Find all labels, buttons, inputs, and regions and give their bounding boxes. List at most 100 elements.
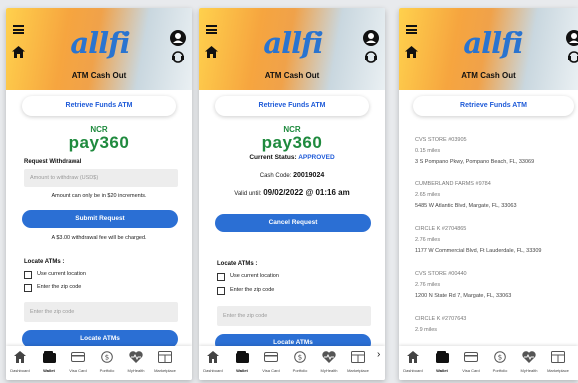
atm-location-item[interactable]: CUMBERLAND FARMS #9784 2.65 miles 5485 W… [415, 180, 578, 210]
support-headset-icon[interactable] [568, 50, 578, 63]
atm-location-address: 3 S Pompano Pkwy, Pompano Beach, FL, 330… [415, 159, 535, 165]
nav-item-label: Portfolio [492, 368, 508, 373]
market-icon [343, 350, 373, 364]
zip-code-checkbox[interactable] [217, 286, 225, 295]
amount-input[interactable]: Amount to withdraw (USD$) [24, 169, 178, 187]
allfi-logo: allfi [463, 26, 523, 60]
nav-item-label: Visa Card [69, 368, 87, 373]
zip-code-row[interactable]: Enter the zip code [217, 286, 274, 295]
atm-location-item[interactable]: CIRCLE K #2704865 2.76 miles 1177 W Comm… [415, 225, 578, 255]
use-location-row[interactable]: Use current location [217, 272, 279, 281]
hamburger-menu-icon[interactable] [13, 25, 24, 34]
status-value: APPROVED [298, 154, 335, 161]
fee-note: A $3.00 withdrawal fee will be charged. [51, 235, 147, 241]
nav-item-label: Dashboard [403, 368, 423, 373]
nav-item-marketplace[interactable]: Marketplace [343, 350, 373, 373]
dollar-coin-icon: $ [285, 350, 315, 364]
heart-icon [514, 350, 544, 364]
use-location-label: Use current location [37, 271, 86, 277]
home-icon [199, 350, 228, 364]
wallet-icon [227, 350, 257, 364]
home-icon[interactable] [12, 46, 25, 58]
increments-note: Amount can only be in $20 increments. [51, 193, 147, 199]
dollar-coin-icon: $ [485, 350, 515, 364]
use-location-row[interactable]: Use current location [24, 270, 86, 279]
retrieve-funds-atm-button[interactable]: Retrieve Funds ATM [215, 96, 369, 116]
support-headset-icon[interactable] [365, 50, 377, 63]
nav-item-marketplace[interactable]: Marketplace [150, 350, 180, 373]
nav-item-visa card[interactable]: Visa Card [256, 350, 286, 373]
home-icon[interactable] [405, 46, 418, 58]
pay360-logo-text: pay360 [68, 133, 130, 152]
zip-code-row[interactable]: Enter the zip code [24, 283, 81, 292]
zip-code-checkbox[interactable] [24, 283, 32, 292]
nav-item-label: Wallet [236, 368, 248, 373]
atm-location-address: 5485 W Atlantic Blvd, Margate, FL, 33063 [415, 203, 517, 209]
page-title: ATM Cash Out [264, 71, 320, 80]
user-profile-icon[interactable] [170, 30, 186, 46]
use-location-checkbox[interactable] [217, 272, 225, 281]
bottom-nav: Dashboard Wallet Visa Card $ Portfolio MyHeal… [399, 346, 578, 380]
app-header: allfi ATM Cash Out [6, 8, 192, 90]
nav-item-visa card[interactable]: Visa Card [456, 350, 486, 373]
atm-location-item[interactable]: CVS STORE #03905 0.15 miles 3 S Pompano … [415, 136, 578, 166]
home-icon [399, 350, 428, 364]
cancel-request-button[interactable]: Cancel Request [215, 214, 371, 232]
use-location-checkbox[interactable] [24, 270, 32, 279]
nav-item-label: Marketplace [154, 368, 176, 373]
page-title: ATM Cash Out [461, 71, 516, 80]
card-icon [63, 350, 93, 364]
nav-item-marketplace[interactable]: Marketplace [543, 350, 573, 373]
atm-location-item[interactable]: CVS STORE #00440 2.76 miles 1200 N State… [415, 270, 578, 300]
nav-item-myhealth[interactable]: MyHealth [314, 350, 344, 373]
scroll-right-arrow-icon[interactable]: › [377, 348, 385, 362]
retrieve-funds-atm-button[interactable]: Retrieve Funds ATM [22, 96, 176, 116]
heart-icon [121, 350, 151, 364]
allfi-logo: allfi [70, 26, 130, 60]
nav-item-visa card[interactable]: Visa Card [63, 350, 93, 373]
status-line: Current Status: APPROVED [199, 154, 385, 161]
retrieve-funds-atm-button[interactable]: Retrieve Funds ATM [413, 96, 574, 116]
atm-location-name: CUMBERLAND FARMS #9784 [415, 181, 491, 187]
status-label: Current Status: [249, 154, 299, 161]
bottom-nav: Dashboard Wallet Visa Card $ Portfolio MyHeal… [199, 346, 385, 380]
atm-location-distance: 2.76 miles [415, 237, 441, 243]
atm-location-distance: 2.9 miles [415, 327, 438, 333]
nav-item-myhealth[interactable]: MyHealth [514, 350, 544, 373]
home-icon [6, 350, 35, 364]
heart-icon [314, 350, 344, 364]
nav-item-portfolio[interactable]: $ Portfolio [285, 350, 315, 373]
user-profile-icon[interactable] [566, 30, 578, 46]
user-profile-icon[interactable] [363, 30, 379, 46]
nav-item-wallet[interactable]: Wallet [427, 350, 457, 373]
nav-item-dashboard[interactable]: Dashboard [6, 350, 35, 373]
nav-item-portfolio[interactable]: $ Portfolio [92, 350, 122, 373]
zip-code-label: Enter the zip code [37, 284, 82, 290]
home-icon[interactable] [205, 46, 218, 58]
bottom-nav: Dashboard Wallet Visa Card $ Portfolio MyHeal… [6, 346, 192, 380]
phone-screen-approved: allfi ATM Cash Out Retrieve Funds ATM NC… [199, 8, 385, 380]
nav-item-wallet[interactable]: Wallet [34, 350, 64, 373]
zip-code-input[interactable]: Enter the zip code [24, 302, 178, 322]
nav-item-dashboard[interactable]: Dashboard [399, 350, 428, 373]
atm-location-distance: 2.76 miles [415, 282, 441, 288]
nav-item-myhealth[interactable]: MyHealth [121, 350, 151, 373]
dollar-coin-icon: $ [92, 350, 122, 364]
hamburger-menu-icon[interactable] [406, 25, 417, 34]
submit-request-button[interactable]: Submit Request [22, 210, 178, 228]
nav-item-wallet[interactable]: Wallet [227, 350, 257, 373]
atm-location-address: 1200 N State Rd 7, Margate, FL, 33063 [415, 293, 512, 299]
nav-item-dashboard[interactable]: Dashboard [199, 350, 228, 373]
nav-item-label: Portfolio [99, 368, 115, 373]
phone-screen-atm-list: allfi ATM Cash Out Retrieve Funds ATM CV… [399, 8, 578, 380]
cash-code-value: 20019024 [293, 172, 325, 179]
hamburger-menu-icon[interactable] [206, 25, 217, 34]
nav-item-label: MyHealth [127, 368, 145, 373]
nav-item-portfolio[interactable]: $ Portfolio [485, 350, 515, 373]
nav-item-label: Wallet [43, 368, 55, 373]
allfi-logo: allfi [263, 26, 323, 60]
support-headset-icon[interactable] [172, 50, 184, 63]
atm-location-item[interactable]: CIRCLE K #2707643 2.9 miles [415, 315, 578, 334]
zip-code-label: Enter the zip code [230, 287, 275, 293]
zip-code-input[interactable]: Enter the zip code [217, 306, 371, 326]
